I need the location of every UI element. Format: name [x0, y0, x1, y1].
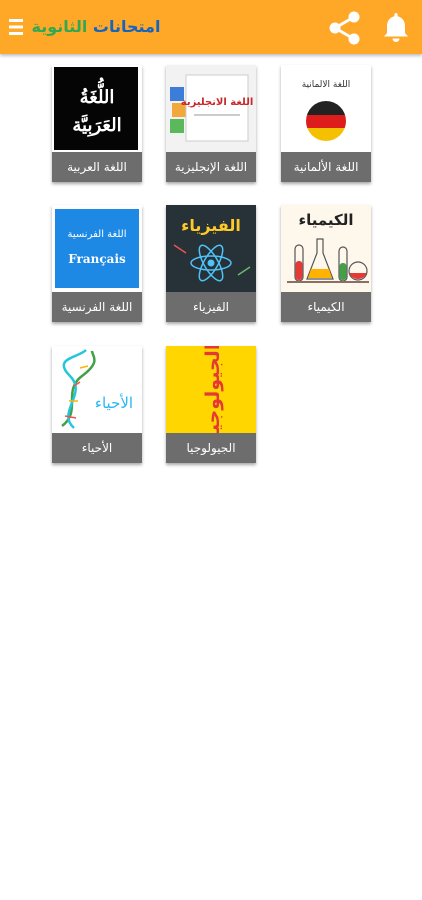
subject-label-arabic: اللغة العربية [52, 152, 142, 182]
menu-button[interactable] [7, 16, 25, 38]
subject-label-german: اللغة الألمانية [281, 152, 371, 182]
app-title-part2: الثانوية [31, 17, 88, 36]
share-icon [329, 11, 360, 45]
subject-tile-geology[interactable]: الجيولوجيا الجيولوجيا [166, 346, 256, 463]
subject-label-chemistry: الكيمياء [281, 292, 371, 322]
app-title-part1: امتحانات [92, 17, 161, 36]
english-thumbnail: اللغة الانجليزية [166, 65, 256, 152]
subject-label-biology: الأحياء [52, 433, 142, 463]
biology-thumbnail-text: الأحياء [95, 393, 133, 412]
geology-thumbnail-text: الجيولوجيا [202, 346, 224, 433]
subject-tile-english[interactable]: اللغة الانجليزية اللغة الإنجليزية [166, 65, 256, 182]
biology-thumbnail: الأحياء [52, 346, 142, 433]
subject-label-french: اللغة الفرنسية [52, 292, 142, 322]
subject-label-physics: الفيزياء [166, 292, 256, 322]
app-bar: امتحانات الثانوية [0, 0, 422, 54]
german-thumbnail: اللغة الالمانية [281, 65, 371, 152]
subject-tile-biology[interactable]: الأحياء الأحياء [52, 346, 142, 463]
arabic-thumbnail-line2: العَرَبِيَّة [72, 114, 121, 137]
subject-tile-arabic[interactable]: اللُّغَةُ العَرَبِيَّة اللغة العربية [52, 65, 142, 182]
subject-tile-french[interactable]: اللغة الفرنسية Français اللغة الفرنسية [52, 205, 142, 322]
physics-thumbnail: الفيزياء [166, 205, 256, 292]
french-thumbnail-line2: Français [68, 252, 126, 266]
app-title: امتحانات الثانوية [30, 13, 162, 41]
share-button[interactable] [326, 9, 364, 47]
menu-icon [9, 19, 23, 35]
german-thumbnail-text: اللغة الالمانية [302, 80, 351, 90]
french-thumbnail-line1: اللغة الفرنسية [68, 229, 127, 240]
subject-tile-chemistry[interactable]: الكيمياء الكيمياء [281, 205, 371, 322]
physics-thumbnail-text: الفيزياء [181, 216, 241, 235]
subject-label-geology: الجيولوجيا [166, 433, 256, 463]
bell-icon [384, 13, 408, 42]
geology-thumbnail: الجيولوجيا [166, 346, 256, 433]
chemistry-thumbnail: الكيمياء [281, 205, 371, 292]
english-thumbnail-text: اللغة الانجليزية [181, 97, 254, 108]
subject-label-english: اللغة الإنجليزية [166, 152, 256, 182]
subject-tile-german[interactable]: اللغة الالمانية اللغة الألمانية [281, 65, 371, 182]
notifications-button[interactable] [378, 9, 414, 45]
arabic-thumbnail: اللُّغَةُ العَرَبِيَّة [52, 65, 142, 152]
chemistry-thumbnail-text: الكيمياء [298, 211, 353, 229]
subject-tile-physics[interactable]: الفيزياء الفيزياء [166, 205, 256, 322]
french-thumbnail: اللغة الفرنسية Français [52, 205, 142, 292]
